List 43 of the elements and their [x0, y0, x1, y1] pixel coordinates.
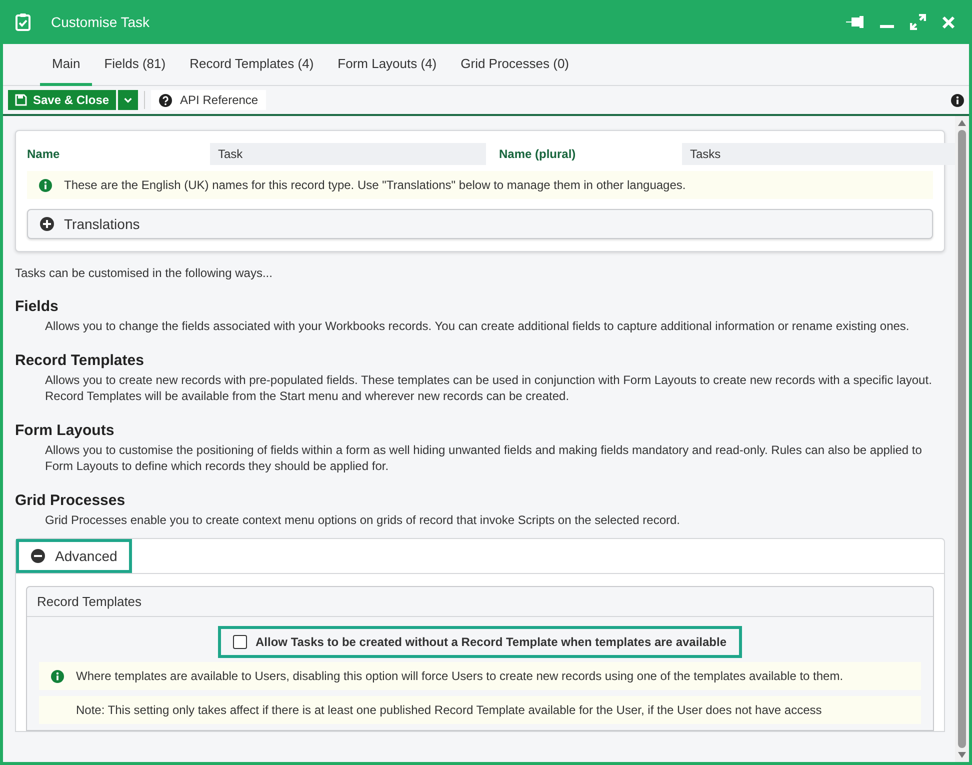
- field-label: Name (plural): [499, 147, 577, 161]
- tab[interactable]: Main: [40, 44, 92, 86]
- scrollbar[interactable]: [955, 116, 969, 762]
- section-heading: Record Templates: [15, 352, 145, 369]
- info-icon: [39, 179, 52, 192]
- maximize-icon[interactable]: [910, 14, 926, 30]
- section-description: Grid Processes enable you to create context menu options on grids of record that invoke Scripts on the selected record.: [45, 512, 682, 528]
- clipboard-check-icon: [15, 13, 31, 31]
- tab[interactable]: Form Layouts (4): [326, 44, 449, 86]
- chevron-down-icon: [124, 96, 132, 104]
- field-label: Name: [27, 147, 61, 161]
- section-description: Allows you to change the fields associated with your Workbooks records. You can create additional fields to capture additional information or rename existing ones.: [45, 318, 910, 334]
- close-icon[interactable]: [942, 16, 955, 28]
- help-icon: [159, 94, 172, 106]
- pin-icon[interactable]: [846, 16, 864, 28]
- intro-text: Tasks can be customised in the following ways...: [15, 266, 274, 280]
- section-description: Allows you to create new records with pre-populated fields. These templates can be used in conjunction with Form Layouts to create new records with a specific layout. Record Templates will be available from the Start menu and wherever new records can be created.: [45, 372, 933, 404]
- window-title: Customise Task: [51, 14, 151, 30]
- section-heading: Form Layouts: [15, 422, 116, 439]
- name-field[interactable]: Task: [210, 143, 486, 165]
- api-reference-button[interactable]: API Reference: [151, 90, 266, 110]
- tab[interactable]: Record Templates (4): [178, 44, 326, 86]
- note-text: Note: This setting only takes affect if there is at least one published Record Template available for the User, if the User does not have access: [76, 702, 822, 718]
- dropdown-button[interactable]: [118, 90, 138, 110]
- section-description: Allows you to customise the positioning of fields within a form as well hiding unwanted fields and making fields mandatory and read-only. Rules can also be applied to Form Layouts to define which records they should be applied for.: [45, 442, 923, 474]
- scroll-down-icon[interactable]: [958, 752, 966, 758]
- section-heading: Fields: [15, 298, 60, 315]
- expander-icon: [31, 549, 45, 563]
- scroll-up-icon[interactable]: [958, 120, 966, 126]
- expander-icon: [40, 217, 54, 231]
- info-icon[interactable]: [951, 94, 964, 106]
- plural-name-field[interactable]: Tasks: [682, 143, 955, 165]
- tab[interactable]: Fields (81): [92, 44, 178, 86]
- info-text: These are the English (UK) names for this record type. Use "Translations" below to manage them in other languages.: [64, 177, 686, 193]
- advanced-expander[interactable]: Advanced: [16, 539, 132, 573]
- panel-title: Record Templates: [27, 587, 933, 617]
- info-icon: [51, 670, 64, 683]
- save-close-button[interactable]: Save & Close: [8, 90, 116, 110]
- allow-without-template-checkbox[interactable]: Allow Tasks to be created without a Record Template when templates are available: [218, 626, 742, 658]
- translations-expander[interactable]: Translations: [27, 209, 933, 239]
- tab[interactable]: Grid Processes (0): [448, 44, 582, 86]
- info-text: Where templates are available to Users, disabling this option will force Users to create new records using one of the templates available to them.: [76, 668, 844, 684]
- section-heading: Grid Processes: [15, 492, 126, 509]
